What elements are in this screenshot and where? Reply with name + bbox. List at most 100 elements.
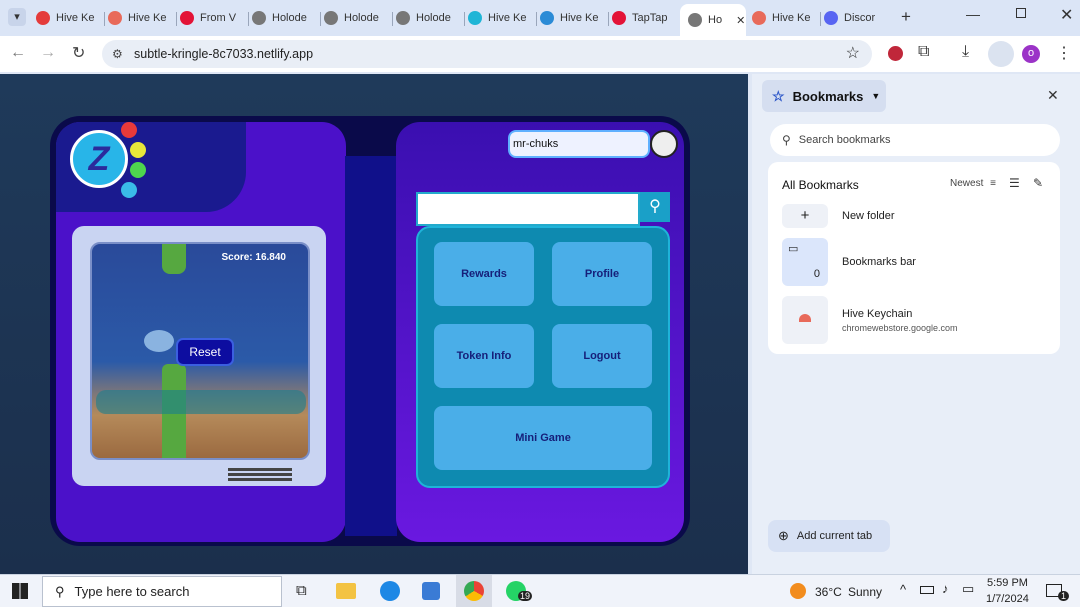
caret-down-icon: ▼	[871, 91, 881, 101]
tab-2[interactable]: Hive Ke	[108, 6, 174, 30]
bookmark-star-icon[interactable]: ☆	[846, 40, 860, 68]
new-tab-button[interactable]: +	[901, 7, 911, 27]
tab-12[interactable]: Discor	[824, 6, 890, 30]
tab-separator	[248, 12, 249, 26]
add-current-tab-button[interactable]: ⊕ Add current tab	[768, 520, 890, 552]
side-panel-icon[interactable]	[988, 41, 1014, 67]
tab-label: Hive Ke	[772, 12, 811, 24]
close-panel-icon[interactable]: ✕	[1047, 87, 1059, 104]
tab-8[interactable]: Hive Ke	[540, 6, 606, 30]
tab-search-button[interactable]: ▾	[8, 8, 26, 26]
reload-button[interactable]: ↻	[72, 43, 85, 63]
avatar[interactable]: o	[1022, 45, 1040, 63]
search-placeholder: Search bookmarks	[798, 134, 891, 146]
user-avatar[interactable]	[650, 130, 678, 158]
notification-badge: 1	[1058, 591, 1070, 601]
tab-separator	[464, 12, 465, 26]
tab-label: Ho	[708, 14, 723, 26]
tab-11[interactable]: Hive Ke	[752, 6, 818, 30]
search-icon: ⚲	[649, 198, 661, 215]
weather-icon[interactable]	[790, 583, 806, 599]
new-folder-row[interactable]: + New folder	[782, 204, 1042, 230]
tab-separator	[176, 12, 177, 26]
add-current-tab-label: Add current tab	[796, 530, 873, 542]
tab-favicon-icon	[396, 11, 410, 25]
plus-icon: +	[782, 204, 828, 228]
hive-favicon	[782, 296, 828, 344]
taskbar-search-box[interactable]: ⚲ Type here to search	[42, 576, 282, 607]
volume-icon[interactable]: ♪	[942, 581, 949, 596]
edit-icon[interactable]: ✎	[1033, 176, 1043, 190]
tab-label: From V	[200, 12, 237, 24]
tab-separator	[392, 12, 393, 26]
tab-close-icon[interactable]: ✕	[736, 14, 745, 27]
tab-label: Holode	[344, 12, 379, 24]
logout-button[interactable]: Logout	[552, 324, 652, 388]
edge-icon[interactable]	[380, 581, 400, 601]
seaweed	[162, 244, 186, 274]
game-screen[interactable]: Score: 16.840 Reset	[90, 242, 310, 460]
network-icon[interactable]: ▭	[962, 581, 974, 597]
tab-separator	[820, 12, 821, 26]
tab-3[interactable]: From V	[180, 6, 246, 30]
list-view-icon[interactable]: ☰	[1009, 176, 1020, 190]
coral-rocks	[96, 390, 306, 414]
hive-extension-icon[interactable]	[888, 46, 903, 61]
rewards-button[interactable]: Rewards	[434, 242, 534, 306]
tray-chevron-icon[interactable]: ^	[900, 582, 906, 597]
tab-favicon-icon	[824, 11, 838, 25]
forward-button[interactable]: →	[40, 44, 56, 62]
tab-favicon-icon	[752, 11, 766, 25]
tab-5[interactable]: Holode	[324, 6, 390, 30]
battery-icon[interactable]	[920, 586, 934, 594]
tab-label: Holode	[416, 12, 451, 24]
extensions-icon[interactable]: ⧉	[918, 43, 929, 61]
bookmark-item-hive-keychain[interactable]: Hive Keychain chromewebstore.google.com	[782, 296, 1042, 344]
address-bar[interactable]: ⚙ subtle-kringle-8c7033.netlify.app ☆	[102, 40, 872, 68]
tab-1[interactable]: Hive Ke	[36, 6, 102, 30]
username-field[interactable]: mr-chuks	[508, 130, 650, 158]
task-view-icon[interactable]: ⧉	[296, 582, 307, 599]
bookmarks-search-field[interactable]: ⚲ Search bookmarks	[770, 124, 1060, 156]
windows-start-icon[interactable]	[12, 583, 28, 599]
bookmarks-bar-row[interactable]: ▭ 0 Bookmarks bar	[782, 238, 1042, 286]
maximize-button[interactable]	[1016, 8, 1026, 18]
file-explorer-icon[interactable]	[336, 583, 356, 599]
game-screen-frame: Score: 16.840 Reset	[72, 226, 326, 486]
close-window-button[interactable]: ✕	[1060, 5, 1073, 25]
logo: Z	[70, 130, 128, 188]
downloads-icon[interactable]: ⤓	[962, 43, 969, 61]
reset-button[interactable]: Reset	[176, 338, 234, 366]
minimize-button[interactable]: —	[966, 6, 980, 22]
bookmarks-bar-label: Bookmarks bar	[842, 256, 916, 268]
mini-game-button[interactable]: Mini Game	[434, 406, 652, 470]
tab-10[interactable]: Ho ✕	[680, 4, 746, 36]
bookmarks-header[interactable]: ☆ Bookmarks ▼	[762, 80, 886, 112]
bookmarks-list-card: All Bookmarks Newest ≡ ☰ ✎ + New folder …	[768, 162, 1060, 354]
tab-label: Hive Ke	[128, 12, 167, 24]
game-search-input[interactable]	[416, 192, 640, 226]
clock-time[interactable]: 5:59 PM	[987, 577, 1028, 589]
tab-label: Discor	[844, 12, 876, 24]
profile-button[interactable]: Profile	[552, 242, 652, 306]
search-icon: ⚲	[782, 133, 791, 147]
search-button[interactable]: ⚲	[640, 192, 670, 222]
green-dot	[130, 162, 146, 178]
tab-label: Hive Ke	[488, 12, 527, 24]
tab-separator	[536, 12, 537, 26]
token-info-button[interactable]: Token Info	[434, 324, 534, 388]
back-button[interactable]: ←	[10, 44, 26, 62]
tab-7[interactable]: Hive Ke	[468, 6, 534, 30]
red-dot	[121, 122, 137, 138]
store-icon[interactable]	[422, 582, 440, 600]
tab-favicon-icon	[108, 11, 122, 25]
tab-6[interactable]: Holode	[396, 6, 462, 30]
tab-9[interactable]: TapTap	[612, 6, 678, 30]
menu-icon[interactable]: ⋮	[1056, 43, 1072, 63]
tab-4[interactable]: Holode	[252, 6, 318, 30]
clock-date[interactable]: 1/7/2024	[986, 593, 1029, 605]
tab-strip: ▾ Hive Ke Hive Ke From V Holode Holode Holode…	[0, 0, 1080, 36]
chrome-icon[interactable]	[456, 575, 492, 607]
sort-dropdown[interactable]: Newest ≡	[950, 178, 996, 189]
site-info-icon[interactable]: ⚙	[112, 40, 123, 68]
